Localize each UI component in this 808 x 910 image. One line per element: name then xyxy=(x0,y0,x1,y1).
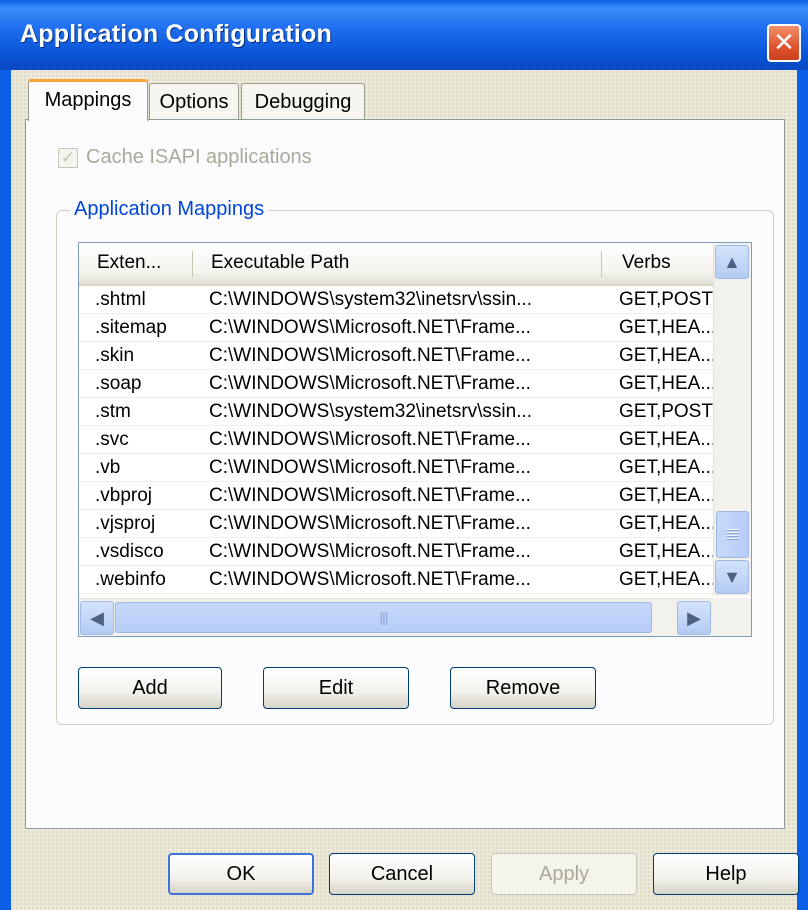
scroll-down-button[interactable]: ▼ xyxy=(715,560,749,594)
title-bar[interactable]: Application Configuration ✕ xyxy=(0,0,808,70)
help-button[interactable]: Help xyxy=(653,853,799,895)
chevron-right-icon: ▶ xyxy=(687,608,701,628)
table-row[interactable]: .skin C:\WINDOWS\Microsoft.NET\Frame... … xyxy=(79,342,713,370)
cell-extension: .shtml xyxy=(95,289,146,310)
horizontal-scroll-thumb[interactable]: ||| xyxy=(115,602,652,633)
grip-icon: ||| xyxy=(379,609,389,625)
cell-verbs: GET,HEA... xyxy=(619,345,713,366)
cell-executable-path: C:\WINDOWS\system32\inetsrv\ssin... xyxy=(209,289,533,310)
chevron-up-icon: ▲ xyxy=(723,252,741,272)
cell-verbs: GET,HEA... xyxy=(619,317,713,338)
ok-button[interactable]: OK xyxy=(168,853,314,895)
cell-executable-path: C:\WINDOWS\Microsoft.NET\Frame... xyxy=(209,457,531,478)
application-configuration-dialog: Application Configuration ✕ Mappings Opt… xyxy=(0,0,808,910)
apply-button[interactable]: Apply xyxy=(491,853,637,895)
table-row[interactable]: .shtml C:\WINDOWS\system32\inetsrv\ssin.… xyxy=(79,286,713,314)
cell-extension: .vsdisco xyxy=(95,541,164,562)
cell-executable-path: C:\WINDOWS\Microsoft.NET\Frame... xyxy=(209,317,531,338)
tab-options[interactable]: Options xyxy=(149,83,239,120)
cell-extension: .vbproj xyxy=(95,485,153,506)
cell-verbs: GET,POST xyxy=(619,401,713,422)
checkbox-check-icon: ✓ xyxy=(58,148,78,168)
tab-mappings-label: Mappings xyxy=(44,89,132,111)
grip-icon xyxy=(727,529,739,541)
table-row[interactable]: .vsdisco C:\WINDOWS\Microsoft.NET\Frame.… xyxy=(79,538,713,566)
chevron-down-icon: ▼ xyxy=(723,567,741,587)
table-row[interactable]: .webinfo C:\WINDOWS\Microsoft.NET\Frame.… xyxy=(79,566,713,594)
cell-executable-path: C:\WINDOWS\Microsoft.NET\Frame... xyxy=(209,429,531,450)
cell-extension: .vjsproj xyxy=(95,513,156,534)
window-frame-left xyxy=(0,70,11,910)
cell-extension: .webinfo xyxy=(95,569,166,590)
add-button[interactable]: Add xyxy=(78,667,222,709)
cell-executable-path: C:\WINDOWS\Microsoft.NET\Frame... xyxy=(209,345,531,366)
column-header-verbs[interactable]: Verbs xyxy=(602,243,713,284)
window-title: Application Configuration xyxy=(20,20,332,48)
vertical-scrollbar[interactable]: ▲ ▼ xyxy=(713,243,751,596)
cancel-button[interactable]: Cancel xyxy=(329,853,475,895)
cell-executable-path: C:\WINDOWS\system32\inetsrv\ssin... xyxy=(209,401,533,422)
list-rows: .shtml C:\WINDOWS\system32\inetsrv\ssin.… xyxy=(79,286,713,598)
scroll-right-button[interactable]: ▶ xyxy=(677,601,711,635)
column-header-extension[interactable]: Exten... xyxy=(79,243,192,284)
chevron-left-icon: ◀ xyxy=(90,608,104,628)
mappings-list[interactable]: Exten... Executable Path Verbs .shtml C:… xyxy=(78,242,752,637)
cell-verbs: GET,HEA... xyxy=(619,513,713,534)
horizontal-scrollbar[interactable]: ◀ ||| ▶ xyxy=(79,598,713,636)
cell-executable-path: C:\WINDOWS\Microsoft.NET\Frame... xyxy=(209,513,531,534)
tab-options-label: Options xyxy=(159,91,229,113)
cell-verbs: GET,HEA... xyxy=(619,569,713,590)
cell-verbs: GET,HEA... xyxy=(619,541,713,562)
edit-button[interactable]: Edit xyxy=(263,667,409,709)
scroll-left-button[interactable]: ◀ xyxy=(80,601,114,635)
table-row[interactable]: .soap C:\WINDOWS\Microsoft.NET\Frame... … xyxy=(79,370,713,398)
column-header-executable-path[interactable]: Executable Path xyxy=(193,243,601,284)
table-row[interactable]: .vbproj C:\WINDOWS\Microsoft.NET\Frame..… xyxy=(79,482,713,510)
cell-extension: .soap xyxy=(95,373,142,394)
vertical-scroll-thumb[interactable] xyxy=(716,511,749,558)
table-row[interactable]: .svc C:\WINDOWS\Microsoft.NET\Frame... G… xyxy=(79,426,713,454)
cell-extension: .svc xyxy=(95,429,129,450)
remove-button[interactable]: Remove xyxy=(450,667,596,709)
tab-debugging[interactable]: Debugging xyxy=(241,83,365,120)
cell-verbs: GET,HEA... xyxy=(619,485,713,506)
window-frame-right xyxy=(797,70,808,910)
scrollbar-corner xyxy=(713,598,751,636)
application-mappings-title: Application Mappings xyxy=(70,198,269,221)
scroll-up-button[interactable]: ▲ xyxy=(715,245,749,279)
cell-extension: .skin xyxy=(95,345,135,366)
row-divider xyxy=(79,593,713,594)
cell-verbs: GET,HEA... xyxy=(619,373,713,394)
cell-executable-path: C:\WINDOWS\Microsoft.NET\Frame... xyxy=(209,485,531,506)
cell-extension: .stm xyxy=(95,401,131,422)
cell-executable-path: C:\WINDOWS\Microsoft.NET\Frame... xyxy=(209,541,531,562)
cell-verbs: GET,POST xyxy=(619,289,713,310)
cache-isapi-label: Cache ISAPI applications xyxy=(86,146,312,168)
table-row[interactable]: .stm C:\WINDOWS\system32\inetsrv\ssin...… xyxy=(79,398,713,426)
cell-extension: .sitemap xyxy=(95,317,167,338)
close-button[interactable]: ✕ xyxy=(767,24,801,62)
cell-executable-path: C:\WINDOWS\Microsoft.NET\Frame... xyxy=(209,569,531,590)
tab-mappings[interactable]: Mappings xyxy=(28,79,148,121)
cell-verbs: GET,HEA... xyxy=(619,457,713,478)
table-row[interactable]: .vjsproj C:\WINDOWS\Microsoft.NET\Frame.… xyxy=(79,510,713,538)
table-row[interactable]: .sitemap C:\WINDOWS\Microsoft.NET\Frame.… xyxy=(79,314,713,342)
tab-debugging-label: Debugging xyxy=(254,91,352,113)
close-icon: ✕ xyxy=(773,27,795,57)
cell-extension: .vb xyxy=(95,457,121,478)
cell-executable-path: C:\WINDOWS\Microsoft.NET\Frame... xyxy=(209,373,531,394)
cell-verbs: GET,HEA... xyxy=(619,429,713,450)
list-header: Exten... Executable Path Verbs xyxy=(79,243,713,286)
table-row[interactable]: .vb C:\WINDOWS\Microsoft.NET\Frame... GE… xyxy=(79,454,713,482)
